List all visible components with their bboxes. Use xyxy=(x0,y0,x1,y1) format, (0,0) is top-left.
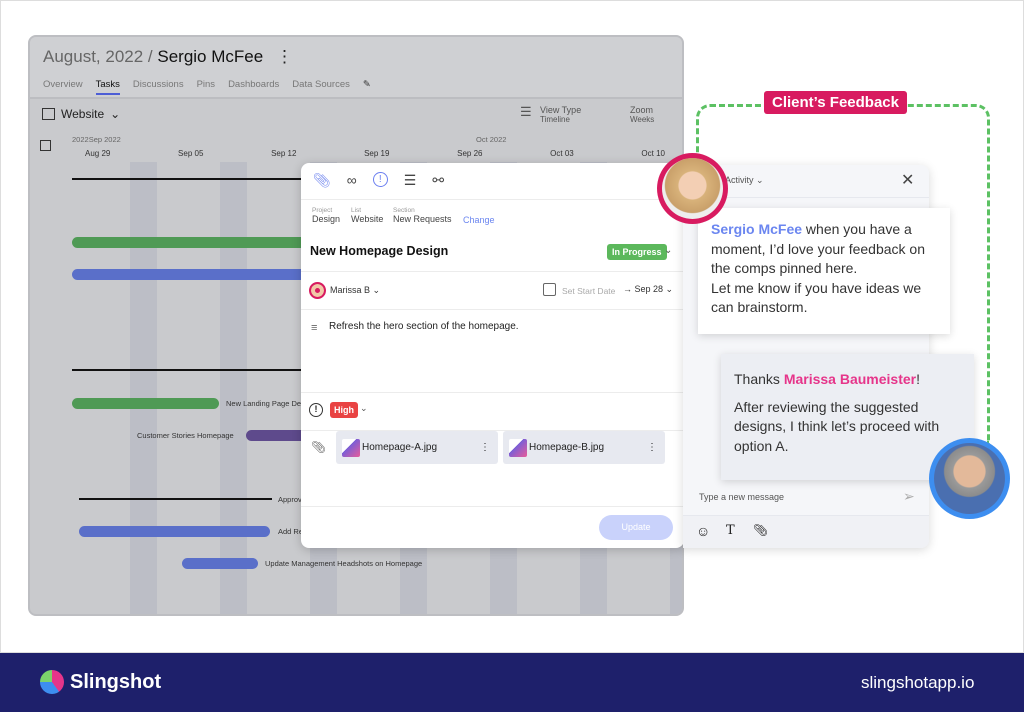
emoji-icon[interactable]: ☺ xyxy=(696,523,710,539)
subtasks-icon[interactable]: ☰ xyxy=(404,172,417,189)
gantt-bar[interactable] xyxy=(182,558,258,569)
chevron-down-icon[interactable]: ⌄ xyxy=(360,403,368,414)
gantt-task-label: Customer Stories Homepage xyxy=(137,431,234,440)
view-type-select[interactable]: ☰ View Type Timeline xyxy=(520,105,581,125)
gantt-milestone-line[interactable] xyxy=(79,498,272,500)
tab-overview[interactable]: Overview xyxy=(43,79,83,95)
timeline-icon: ☰ xyxy=(520,104,532,119)
weekend-column xyxy=(130,162,157,614)
week-label: Sep 12 xyxy=(271,149,297,158)
chevron-down-icon: ⌄ xyxy=(110,107,121,121)
week-label: Oct 10 xyxy=(641,149,665,158)
attachment-item[interactable]: Homepage-A.jpg ⋮ xyxy=(336,431,498,464)
weekend-column xyxy=(220,162,247,614)
chevron-down-icon[interactable]: ⌄ xyxy=(664,245,672,256)
priority-alert-icon: ! xyxy=(309,403,323,417)
send-icon[interactable]: ➢ xyxy=(903,488,915,505)
task-title[interactable]: New Homepage Design xyxy=(310,244,448,258)
avatar-sergio xyxy=(929,438,1010,519)
activity-dropdown[interactable]: Activity ⌄ xyxy=(725,175,764,186)
week-label: Sep 19 xyxy=(364,149,390,158)
crumb-section[interactable]: New Requests xyxy=(393,214,463,224)
gantt-bar[interactable] xyxy=(79,526,270,537)
task-detail-modal: 📎︎ ∞ ! ☰ ⚯ Project Design List Website Sec… xyxy=(301,163,684,548)
gantt-milestone-line[interactable] xyxy=(72,178,312,180)
expand-icon[interactable] xyxy=(40,140,51,151)
tab-tasks[interactable]: Tasks xyxy=(95,79,120,95)
calendar-icon xyxy=(543,283,556,296)
gantt-bar[interactable] xyxy=(72,269,312,280)
tab-pins[interactable]: Pins xyxy=(197,79,215,95)
footer-bar: Slingshot slingshotapp.io xyxy=(0,653,1024,712)
paperclip-icon[interactable]: 📎︎ xyxy=(313,172,331,189)
project-header: August, 2022 / Sergio McFee ⋮ Overview T… xyxy=(30,37,682,99)
gantt-task-label: Approv xyxy=(278,495,302,504)
message-input[interactable]: Type a new message xyxy=(699,492,784,502)
week-label: Aug 29 xyxy=(85,149,111,158)
panel-toggle-icon xyxy=(42,108,55,120)
image-thumbnail xyxy=(509,438,527,457)
gantt-task-label: Update Management Headshots on Homepage xyxy=(265,559,423,568)
paperclip-icon[interactable]: 📎︎ xyxy=(753,523,768,537)
description-icon: ≡ xyxy=(311,322,318,334)
tab-data-sources[interactable]: Data Sources xyxy=(292,79,350,95)
image-thumbnail xyxy=(342,438,360,457)
more-icon[interactable]: ⋮ xyxy=(647,442,657,453)
attachment-icon: 📎︎ xyxy=(311,440,327,454)
text-format-icon[interactable]: T xyxy=(726,523,735,538)
status-badge[interactable]: In Progress xyxy=(607,244,667,260)
year-label: 2022Sep 2022 xyxy=(72,135,121,144)
breadcrumb: Project Design List Website Section New Req… xyxy=(312,207,495,225)
gantt-milestone-line[interactable] xyxy=(72,369,312,371)
mention[interactable]: Sergio McFee xyxy=(711,221,802,237)
more-icon[interactable]: ⋮ xyxy=(276,47,293,66)
slingshot-logo-icon xyxy=(40,670,64,694)
website-link[interactable]: slingshotapp.io xyxy=(861,673,974,693)
change-link[interactable]: Change xyxy=(463,215,495,225)
crumb-project[interactable]: Design xyxy=(312,214,351,224)
dependency-icon[interactable]: ⚯ xyxy=(432,172,444,189)
attachment-item[interactable]: Homepage-B.jpg ⋮ xyxy=(503,431,665,464)
crumb-list[interactable]: Website xyxy=(351,214,393,224)
task-toolbar: 📎︎ ∞ ! ☰ ⚯ xyxy=(313,172,444,189)
brand-name: Slingshot xyxy=(70,671,162,693)
week-label: Sep 05 xyxy=(178,149,204,158)
link-icon[interactable]: ∞ xyxy=(347,172,357,189)
tab-bar: Overview Tasks Discussions Pins Dashboar… xyxy=(43,79,371,95)
gantt-bar[interactable] xyxy=(72,398,219,409)
client-feedback-callout: Client’s Feedback xyxy=(764,91,907,114)
assignee-select[interactable]: Marissa B ⌄ xyxy=(330,285,380,296)
tab-dashboards[interactable]: Dashboards xyxy=(228,79,279,95)
gantt-task-label: Add Re xyxy=(278,527,304,536)
due-date-field[interactable]: → Sep 28 ⌄ xyxy=(623,284,673,295)
week-header: Aug 29 Sep 05 Sep 12 Sep 19 Sep 26 Oct 03 Oct … xyxy=(85,149,665,158)
avatar-marissa xyxy=(657,153,728,224)
start-date-field[interactable]: Set Start Date xyxy=(562,286,615,296)
tab-discussions[interactable]: Discussions xyxy=(133,79,184,95)
gantt-bar[interactable] xyxy=(72,237,312,248)
month-label: Oct 2022 xyxy=(476,135,507,144)
description-field[interactable]: Refresh the hero section of the homepage… xyxy=(329,321,519,332)
page-title: August, 2022 / Sergio McFee ⋮ xyxy=(43,47,293,66)
chat-message: Sergio McFee when you have a moment, I’d… xyxy=(698,208,950,334)
gantt-task-label: New Landing Page De xyxy=(226,399,302,408)
week-label: Sep 26 xyxy=(457,149,483,158)
priority-badge[interactable]: High xyxy=(330,402,358,418)
priority-icon[interactable]: ! xyxy=(372,172,388,187)
assignee-avatar xyxy=(309,282,326,299)
week-label: Oct 03 xyxy=(550,149,574,158)
edit-pencil-icon[interactable]: ✎ xyxy=(363,79,371,95)
close-icon[interactable]: ✕ xyxy=(901,170,914,190)
composer-toolbar: ☺ T 📎︎ xyxy=(683,515,929,548)
mention[interactable]: Marissa Baumeister xyxy=(784,371,916,387)
more-icon[interactable]: ⋮ xyxy=(480,442,490,453)
zoom-select[interactable]: Zoom Weeks xyxy=(630,105,654,125)
update-button[interactable]: Update xyxy=(599,515,673,540)
list-selector[interactable]: Website ⌄ xyxy=(42,107,120,121)
